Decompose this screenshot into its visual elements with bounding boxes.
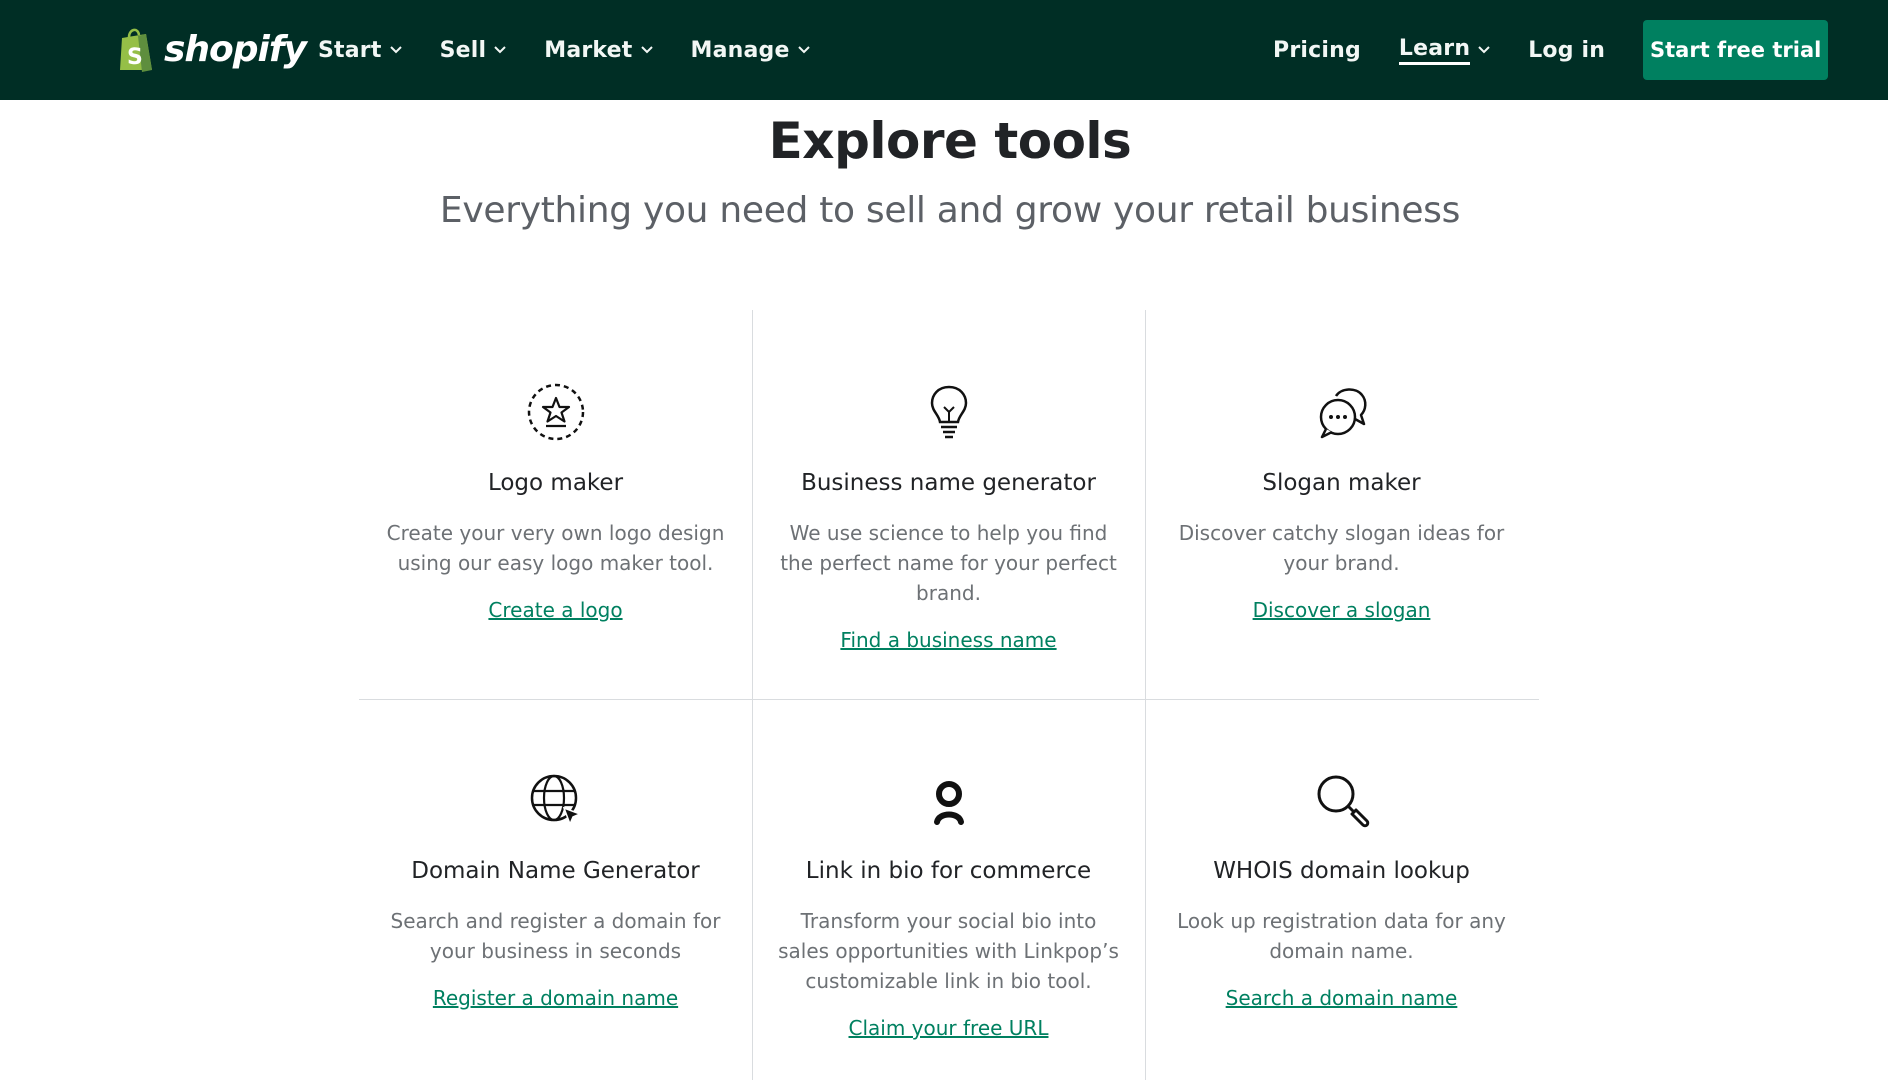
find-business-name-link[interactable]: Find a business name: [840, 628, 1056, 652]
tool-description: Create your very own logo design using o…: [386, 521, 725, 575]
chevron-down-icon: [640, 46, 653, 54]
nav-login[interactable]: Log in: [1528, 38, 1605, 63]
chevron-down-icon: [389, 46, 402, 54]
nav-manage-label: Manage: [690, 37, 790, 63]
nav-sell[interactable]: Sell: [440, 38, 507, 63]
shopify-logo[interactable]: S shopify: [116, 26, 307, 72]
chevron-down-icon: [494, 46, 506, 54]
tool-title: Logo maker: [487, 470, 624, 496]
page-subtitle: Everything you need to sell and grow you…: [439, 190, 1461, 231]
tool-card-slogan-maker: Slogan maker Discover catchy slogan idea…: [1145, 382, 1538, 622]
chat-bubbles-icon: [1319, 388, 1366, 439]
nav-learn-label: Learn: [1398, 36, 1471, 65]
tool-title: WHOIS domain lookup: [1213, 858, 1470, 884]
secondary-nav: Pricing Learn Log in Start free trial: [1273, 0, 1829, 100]
linkpop-icon: [933, 781, 964, 825]
nav-learn[interactable]: Learn: [1398, 36, 1490, 65]
globe-cursor-icon: [530, 774, 582, 827]
tool-card-business-name-generator: Business name generator We use science t…: [752, 382, 1145, 652]
tool-title: Link in bio for commerce: [805, 858, 1092, 884]
magnifier-icon: [1317, 775, 1369, 828]
page-title: Explore tools: [768, 112, 1132, 170]
tools-grid: Logo maker Create your very own logo des…: [359, 310, 1539, 1080]
tool-card-link-in-bio: Link in bio for commerce Transform your …: [752, 770, 1145, 1040]
register-domain-link[interactable]: Register a domain name: [433, 986, 678, 1010]
search-domain-link[interactable]: Search a domain name: [1226, 986, 1458, 1010]
chevron-down-icon: [797, 46, 810, 54]
tool-description: Transform your social bio into sales opp…: [778, 909, 1119, 993]
brand-wordmark: shopify: [164, 28, 307, 70]
shopify-bag-icon: S: [120, 28, 152, 72]
chevron-down-icon: [1478, 46, 1490, 54]
tool-description: Search and register a domain for your bu…: [390, 909, 721, 963]
svg-text:S: S: [127, 45, 143, 70]
lightbulb-icon: [930, 385, 967, 439]
nav-start[interactable]: Start: [318, 38, 402, 63]
nav-market[interactable]: Market: [544, 37, 653, 63]
top-navigation-bar: S shopify Start Sell Market Manage Prici…: [0, 0, 1888, 100]
nav-start-label: Start: [318, 37, 382, 63]
nav-pricing[interactable]: Pricing: [1273, 38, 1361, 63]
discover-slogan-link[interactable]: Discover a slogan: [1253, 598, 1431, 622]
nav-sell-label: Sell: [439, 37, 487, 63]
claim-free-url-link[interactable]: Claim your free URL: [849, 1016, 1049, 1040]
nav-manage[interactable]: Manage: [691, 38, 810, 63]
tool-title: Slogan maker: [1262, 470, 1421, 496]
start-free-trial-button[interactable]: Start free trial: [1643, 20, 1829, 80]
tool-description: Discover catchy slogan ideas for your br…: [1178, 521, 1505, 575]
tool-card-logo-maker: Logo maker Create your very own logo des…: [359, 382, 752, 622]
primary-nav: Start Sell Market Manage: [318, 0, 810, 100]
star-badge-icon: [527, 383, 584, 441]
nav-market-label: Market: [544, 37, 633, 63]
tool-card-whois-lookup: WHOIS domain lookup Look up registration…: [1145, 770, 1538, 1010]
grid-divider: [359, 699, 1539, 700]
tool-description: We use science to help you find the perf…: [780, 521, 1117, 605]
tool-card-domain-name-generator: Domain Name Generator Search and registe…: [359, 770, 752, 1010]
tool-description: Look up registration data for any domain…: [1177, 909, 1506, 963]
create-logo-link[interactable]: Create a logo: [488, 598, 622, 622]
tool-title: Domain Name Generator: [411, 858, 700, 884]
tool-title: Business name generator: [801, 470, 1096, 496]
